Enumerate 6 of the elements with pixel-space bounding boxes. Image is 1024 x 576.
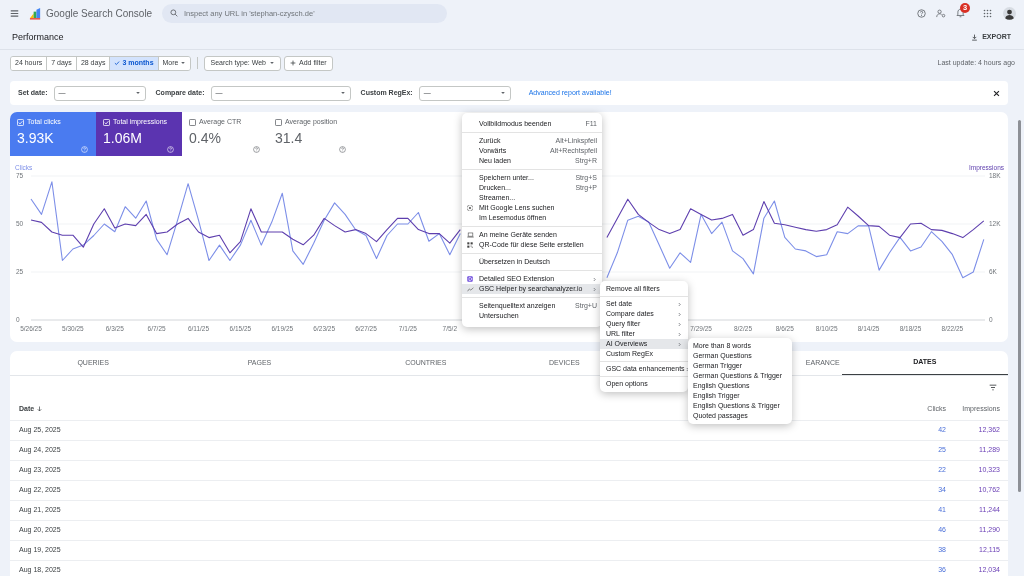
metric-value: 0.4% [189, 129, 222, 146]
metric-value: 31.4 [275, 129, 304, 146]
page-title: Performance [12, 30, 64, 44]
app-title: Google Search Console [46, 6, 153, 21]
metric-value: 3.93K [17, 129, 55, 146]
metric-value: 1.06M [103, 129, 143, 146]
